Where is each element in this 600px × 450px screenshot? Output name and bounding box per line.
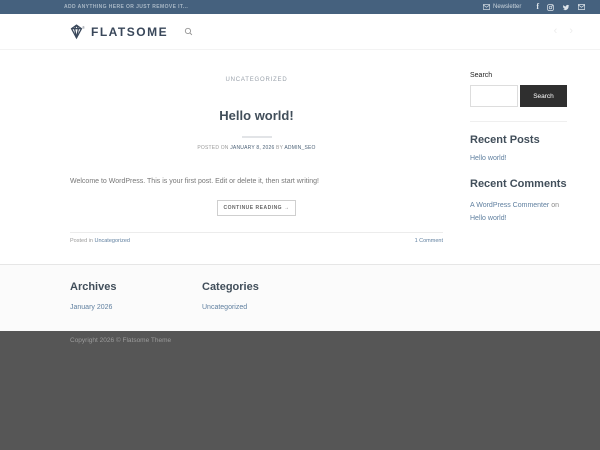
header-search-icon[interactable] xyxy=(184,27,193,36)
copyright-text: Copyright 2026 © Flatsome Theme xyxy=(70,337,585,344)
sidebar-search-input[interactable] xyxy=(470,85,518,107)
category-link[interactable]: Uncategorized xyxy=(202,304,334,311)
post-title-link[interactable]: Hello world! xyxy=(219,108,293,123)
twitter-icon[interactable] xyxy=(562,4,570,11)
archive-link[interactable]: January 2026 xyxy=(70,304,202,311)
envelope-icon xyxy=(483,4,490,10)
instagram-glyph xyxy=(547,4,554,11)
site-header: ® FLATSOME ‹ › xyxy=(0,14,600,50)
site-logo[interactable]: ® FLATSOME xyxy=(68,23,168,40)
archives-title: Archives xyxy=(70,281,202,293)
categories-title: Categories xyxy=(202,281,334,293)
posted-in-category-link[interactable]: Uncategorized xyxy=(94,238,129,244)
post-title-row: Hello world! xyxy=(70,91,443,128)
footer-categories-widget: Categories Uncategorized xyxy=(202,281,334,331)
comments-link[interactable]: 1 Comment xyxy=(415,238,443,244)
recent-posts-title: Recent Posts xyxy=(470,134,567,146)
absolute-footer: Copyright 2026 © Flatsome Theme xyxy=(0,331,600,450)
site-title: FLATSOME xyxy=(91,25,168,39)
posted-in: Posted in Uncategorized xyxy=(70,238,130,244)
title-divider xyxy=(242,136,272,138)
header-arrows: ‹ › xyxy=(554,26,585,37)
newsletter-link[interactable]: Newsletter xyxy=(483,4,521,10)
continue-reading-button[interactable]: CONTINUE READING → xyxy=(217,200,297,216)
continue-reading-row: CONTINUE READING → xyxy=(70,196,443,216)
post-category-link[interactable]: UNCATEGORIZED xyxy=(226,77,288,83)
comment-post-link[interactable]: Hello world! xyxy=(470,215,507,222)
page: ADD ANYTHING HERE OR JUST REMOVE IT... N… xyxy=(0,0,600,450)
social-icons: f xyxy=(536,3,585,11)
by-label: BY xyxy=(276,145,283,151)
main-content: UNCATEGORIZED Hello world! POSTED ON JAN… xyxy=(70,50,567,244)
sidebar-search-button[interactable]: Search xyxy=(520,85,567,107)
footer-archives-widget: Archives January 2026 xyxy=(70,281,202,331)
email-icon[interactable] xyxy=(578,4,585,10)
topbar-right: Newsletter f xyxy=(483,3,585,11)
post-meta: POSTED ON JANUARY 8, 2026 BY ADMIN_SEO xyxy=(70,145,443,151)
facebook-icon[interactable]: f xyxy=(536,3,539,11)
entry-meta: Posted in Uncategorized 1 Comment xyxy=(70,232,443,244)
next-arrow[interactable]: › xyxy=(569,26,573,37)
email-glyph xyxy=(578,4,585,10)
newsletter-label: Newsletter xyxy=(493,4,521,10)
posted-on-label: POSTED ON xyxy=(197,145,228,151)
comment-on-label: on xyxy=(551,202,559,209)
post-author-link[interactable]: ADMIN_SEO xyxy=(284,145,315,151)
topbar-message: ADD ANYTHING HERE OR JUST REMOVE IT... xyxy=(64,4,188,10)
footer-widgets: Archives January 2026 Categories Uncateg… xyxy=(0,264,600,331)
post-date-link[interactable]: JANUARY 8, 2026 xyxy=(230,145,274,151)
sidebar-search-form: Search xyxy=(470,85,567,107)
posted-in-label: Posted in xyxy=(70,238,93,244)
logo-registered-mark: ® xyxy=(82,25,85,30)
prev-arrow[interactable]: ‹ xyxy=(554,26,558,37)
recent-post-link[interactable]: Hello world! xyxy=(470,155,567,162)
twitter-glyph xyxy=(562,4,570,11)
top-bar: ADD ANYTHING HERE OR JUST REMOVE IT... N… xyxy=(0,0,600,14)
comment-author-link[interactable]: A WordPress Commenter xyxy=(470,202,549,209)
sidebar: Search Search Recent Posts Hello world! … xyxy=(470,50,567,244)
sidebar-search-label: Search xyxy=(470,72,567,79)
recent-comment-item: A WordPress Commenter on Hello world! xyxy=(470,199,567,226)
post-category-row: UNCATEGORIZED xyxy=(70,68,443,86)
post-excerpt: Welcome to WordPress. This is your first… xyxy=(70,177,443,187)
recent-comments-title: Recent Comments xyxy=(470,178,567,190)
widget-divider xyxy=(470,121,567,122)
post-article: UNCATEGORIZED Hello world! POSTED ON JAN… xyxy=(70,50,443,244)
instagram-icon[interactable] xyxy=(547,4,554,11)
